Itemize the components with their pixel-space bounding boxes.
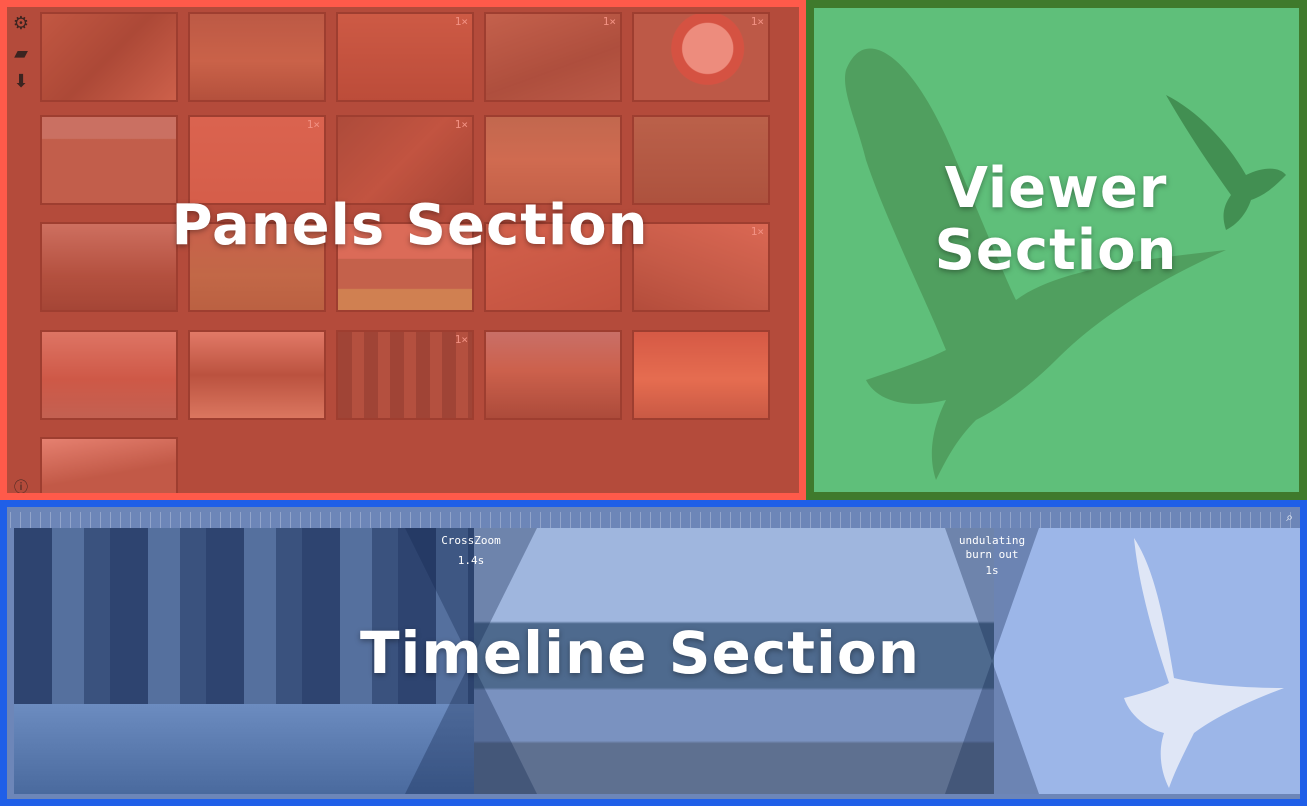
thumbnail[interactable]: 1× [336,115,474,205]
timeline-section: ⌕ CrossZoom 1.4s undulating burn out 1s … [0,500,1307,806]
thumbnail[interactable] [40,115,178,205]
zoom-icon[interactable]: ⌕ [1286,510,1293,525]
gear-icon[interactable]: ⚙ [10,14,32,34]
panels-section: 1× 1× 1× 1× 1× 1× 1× ⚙ ▰ ⬇ ⓘ Panels Sect… [0,0,806,500]
thumbnail[interactable] [336,222,474,312]
thumbnail[interactable] [40,437,178,497]
transition-duration: 1s [985,564,999,577]
thumbnail[interactable] [484,115,622,205]
timeline-ruler[interactable] [0,512,1307,528]
thumbnail[interactable]: 1× [188,115,326,205]
download-icon[interactable]: ⬇ [10,72,32,92]
thumbnail[interactable] [40,330,178,420]
transition-label: undulating burn out 1s [945,534,1039,578]
thumbnail[interactable]: 1× [632,12,770,102]
transition-name: undulating burn out [958,534,1026,561]
info-icon[interactable]: ⓘ [10,478,32,498]
transition-label: CrossZoom 1.4s [405,534,537,568]
folder-open-icon[interactable]: ▰ [10,44,32,64]
timeline-gull-image [1124,538,1284,788]
thumbnail[interactable] [632,330,770,420]
thumbnail[interactable]: 1× [632,222,770,312]
thumbnail[interactable]: 1× [336,330,474,420]
thumbnail[interactable] [40,222,178,312]
viewer-section: Viewer Section [806,0,1307,500]
viewer-image [845,48,1286,481]
transition-marker[interactable]: undulating burn out 1s [945,528,1039,794]
thumbnail[interactable] [484,330,622,420]
thumbnail[interactable] [40,12,178,102]
timeline-clip[interactable] [994,528,1300,794]
timeline-clip[interactable] [474,528,994,794]
thumbnail[interactable] [632,115,770,205]
transition-duration: 1.4s [457,554,485,567]
transition-name: CrossZoom [441,534,501,547]
transition-marker[interactable]: CrossZoom 1.4s [405,528,537,794]
thumbnail[interactable]: 1× [484,12,622,102]
thumbnail[interactable]: 1× [336,12,474,102]
thumbnail[interactable] [484,222,622,312]
thumbnail[interactable] [188,12,326,102]
thumbnail[interactable] [188,330,326,420]
thumbnail[interactable] [188,222,326,312]
